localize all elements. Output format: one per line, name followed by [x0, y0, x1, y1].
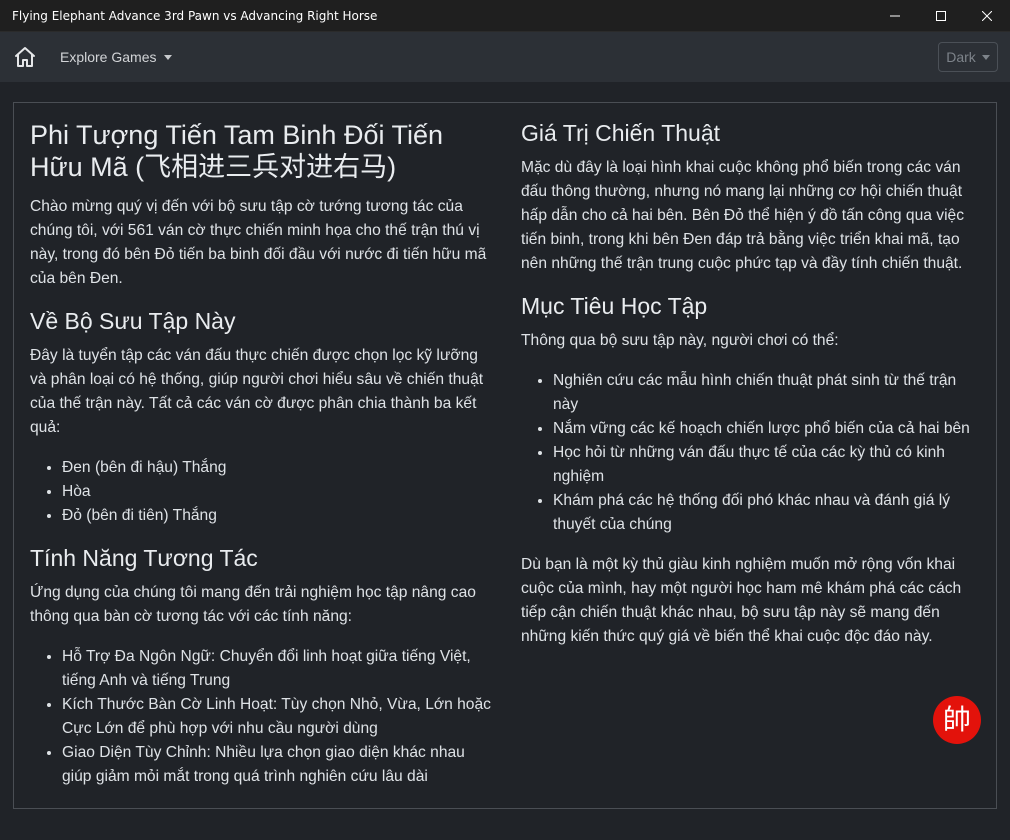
list-item: Đen (bên đi hậu) Thắng [62, 456, 494, 480]
left-column: Phi Tượng Tiến Tam Binh Đối Tiến Hữu Mã … [30, 103, 494, 805]
list-item: Giao Diện Tùy Chỉnh: Nhiều lựa chọn giao… [62, 741, 494, 789]
home-button[interactable] [12, 44, 38, 70]
theme-dropdown[interactable]: Dark [938, 42, 998, 72]
goals-paragraph: Thông qua bộ sưu tập này, người chơi có … [521, 332, 839, 349]
goals-list: Nghiên cứu các mẫu hình chiến thuật phát… [553, 369, 981, 537]
features-heading: Tính Năng Tương Tác [30, 545, 258, 571]
minimize-icon [890, 15, 900, 16]
maximize-button[interactable] [918, 0, 964, 32]
close-button[interactable] [964, 0, 1010, 32]
results-list: Đen (bên đi hậu) Thắng Hòa Đỏ (bên đi ti… [62, 456, 494, 528]
chevron-down-icon [164, 54, 173, 60]
content-card: Phi Tượng Tiến Tam Binh Đối Tiến Hữu Mã … [13, 102, 997, 809]
home-icon [15, 47, 35, 67]
navbar: Explore Games Dark [0, 32, 1010, 82]
list-item: Hòa [62, 480, 494, 504]
list-item: Nghiên cứu các mẫu hình chiến thuật phát… [553, 369, 981, 417]
list-item: Học hỏi từ những ván đấu thực tế của các… [553, 441, 981, 489]
features-list: Hỗ Trợ Đa Ngôn Ngữ: Chuyển đổi linh hoạt… [62, 645, 494, 789]
list-item: Hỗ Trợ Đa Ngôn Ngữ: Chuyển đổi linh hoạt… [62, 645, 494, 693]
list-item: Kích Thước Bàn Cờ Linh Hoạt: Tùy chọn Nh… [62, 693, 494, 741]
list-item: Nắm vững các kế hoạch chiến lược phổ biế… [553, 417, 981, 441]
about-heading: Về Bộ Sưu Tập Này [30, 308, 236, 334]
about-paragraph: Đây là tuyển tập các ván đấu thực chiến … [30, 347, 484, 436]
badge-glyph: 帥 [943, 703, 971, 736]
maximize-icon [936, 10, 946, 21]
chevron-down-icon [981, 54, 990, 60]
theme-label: Dark [946, 49, 976, 65]
list-item: Đỏ (bên đi tiên) Thắng [62, 504, 494, 528]
goals-heading: Mục Tiêu Học Tập [521, 293, 708, 319]
page-title: Phi Tượng Tiến Tam Binh Đối Tiến Hữu Mã … [30, 120, 443, 182]
value-paragraph: Mặc dù đây là loại hình khai cuộc không … [521, 159, 965, 272]
close-icon [982, 10, 992, 21]
explore-games-dropdown[interactable]: Explore Games [60, 49, 173, 65]
general-piece-icon[interactable]: 帥 [932, 695, 982, 745]
list-item: Khám phá các hệ thống đối phó khác nhau … [553, 489, 981, 537]
explore-games-label: Explore Games [60, 49, 157, 65]
intro-paragraph: Chào mừng quý vị đến với bộ sưu tập cờ t… [30, 198, 487, 287]
window-titlebar: Flying Elephant Advance 3rd Pawn vs Adva… [0, 0, 1010, 32]
value-heading: Giá Trị Chiến Thuật [521, 120, 721, 146]
minimize-button[interactable] [872, 0, 918, 32]
right-column: Giá Trị Chiến Thuật Mặc dù đây là loại h… [521, 103, 981, 665]
window-title: Flying Elephant Advance 3rd Pawn vs Adva… [12, 8, 378, 23]
features-paragraph: Ứng dụng của chúng tôi mang đến trải ngh… [30, 584, 476, 625]
closing-paragraph: Dù bạn là một kỳ thủ giàu kinh nghiệm mu… [521, 556, 962, 645]
